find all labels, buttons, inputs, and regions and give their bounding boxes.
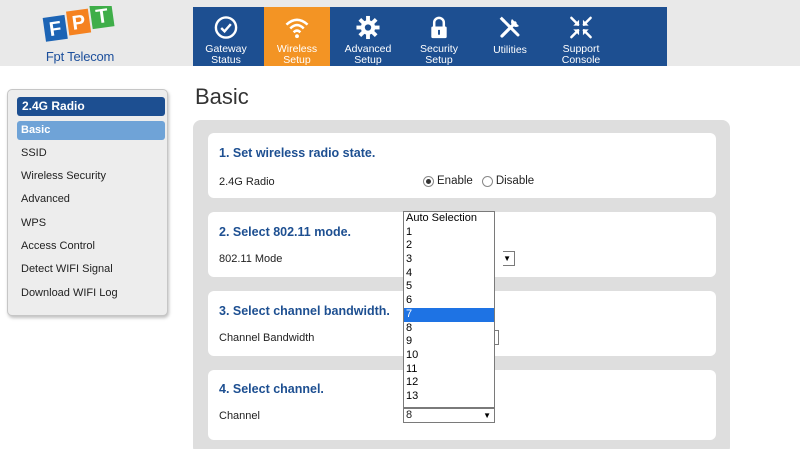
nav-support-console[interactable]: Support Console xyxy=(548,7,614,66)
fpt-logo-icon: F P T xyxy=(42,6,115,42)
nav-label: Support Console xyxy=(561,43,601,66)
bandwidth-select[interactable] xyxy=(495,330,499,345)
channel-option-highlighted[interactable]: 7 xyxy=(404,307,494,322)
channel-option[interactable]: 6 xyxy=(404,294,494,308)
nav-label: Advanced Setup xyxy=(344,43,392,66)
tools-icon xyxy=(499,16,520,38)
mode-label: 802.11 Mode xyxy=(219,253,283,265)
channel-select[interactable]: 8 ▼ xyxy=(403,408,495,423)
channel-option[interactable]: 12 xyxy=(404,376,494,390)
disable-radio[interactable] xyxy=(481,175,493,187)
disable-label: Disable xyxy=(495,175,535,187)
channel-select-value: 8 xyxy=(406,409,413,421)
channel-option[interactable]: Auto Selection xyxy=(404,212,494,226)
section-title: 2. Select 802.11 mode. xyxy=(219,225,352,239)
channel-dropdown-list: Auto Selection 1 2 3 4 5 6 7 8 9 10 11 1… xyxy=(403,211,495,408)
nav-security-setup[interactable]: Security Setup xyxy=(406,7,472,66)
nav-label: Security Setup xyxy=(420,43,458,66)
chevron-down-icon: ▼ xyxy=(503,254,511,263)
wifi-icon xyxy=(285,18,309,39)
enable-radio[interactable] xyxy=(423,175,434,187)
check-circle-icon xyxy=(214,16,238,39)
channel-option[interactable]: 1 xyxy=(404,226,494,240)
brand-name: Fpt Telecom xyxy=(45,49,115,64)
channel-option[interactable]: 13 xyxy=(404,390,494,404)
fpt-logo[interactable]: F P T Fpt Telecom xyxy=(38,6,118,64)
sidebar-item-access-control[interactable]: Access Control xyxy=(17,237,165,256)
nav-label: Wireless Setup xyxy=(276,43,318,66)
radio-state-label: 2.4G Radio xyxy=(219,176,275,188)
bandwidth-label: Channel Bandwidth xyxy=(219,332,315,344)
channel-option[interactable]: 8 xyxy=(404,322,494,336)
page-title: Basic xyxy=(195,84,249,109)
sidebar-header[interactable]: 2.4G Radio xyxy=(17,97,165,116)
sidebar-item-wireless-security[interactable]: Wireless Security xyxy=(17,167,165,186)
section-title: 4. Select channel. xyxy=(219,382,324,396)
nav-utilities[interactable]: Utilities xyxy=(477,7,543,66)
section-title: 1. Set wireless radio state. xyxy=(219,146,376,160)
enable-label: Enable xyxy=(437,175,473,187)
sidebar-item-detect-wifi-signal[interactable]: Detect WIFI Signal xyxy=(17,260,165,279)
sidebar-item-wps[interactable]: WPS xyxy=(17,214,165,233)
gear-icon xyxy=(356,15,380,40)
section-radio-state: 1. Set wireless radio state. 2.4G Radio … xyxy=(208,133,716,198)
sidebar-item-advanced[interactable]: Advanced xyxy=(17,190,165,209)
channel-label: Channel xyxy=(219,410,260,422)
chevron-down-icon: ▼ xyxy=(483,411,491,420)
channel-option[interactable]: 4 xyxy=(404,267,494,281)
nav-wireless-setup[interactable]: Wireless Setup xyxy=(264,7,330,66)
channel-option[interactable]: 10 xyxy=(404,349,494,363)
section-title: 3. Select channel bandwidth. xyxy=(219,304,390,318)
channel-option[interactable]: 3 xyxy=(404,253,494,267)
nav-gateway-status[interactable]: Gateway Status xyxy=(193,7,259,66)
nav-label: Gateway Status xyxy=(205,43,247,66)
nav-label: Utilities xyxy=(493,44,527,56)
sidebar-item-download-wifi-log[interactable]: Download WIFI Log xyxy=(17,284,165,303)
sidebar-item-basic[interactable]: Basic xyxy=(17,121,165,140)
sidebar: 2.4G Radio Basic SSID Wireless Security … xyxy=(7,89,168,316)
channel-option[interactable]: 2 xyxy=(404,239,494,253)
radio-state-group: Enable Disable xyxy=(423,175,543,187)
channel-option[interactable]: 5 xyxy=(404,280,494,294)
nav-advanced-setup[interactable]: Advanced Setup xyxy=(335,7,401,66)
sidebar-item-ssid[interactable]: SSID xyxy=(17,144,165,163)
channel-option[interactable]: 11 xyxy=(404,363,494,377)
main-nav: Gateway Status Wireless Setup Advanced S… xyxy=(193,7,667,66)
channel-option[interactable]: 9 xyxy=(404,335,494,349)
lock-icon xyxy=(431,16,447,39)
mode-select[interactable]: ▼ xyxy=(503,251,515,266)
header: F P T Fpt Telecom Gateway Status Wireles… xyxy=(0,0,800,66)
compress-arrows-icon xyxy=(570,16,592,39)
